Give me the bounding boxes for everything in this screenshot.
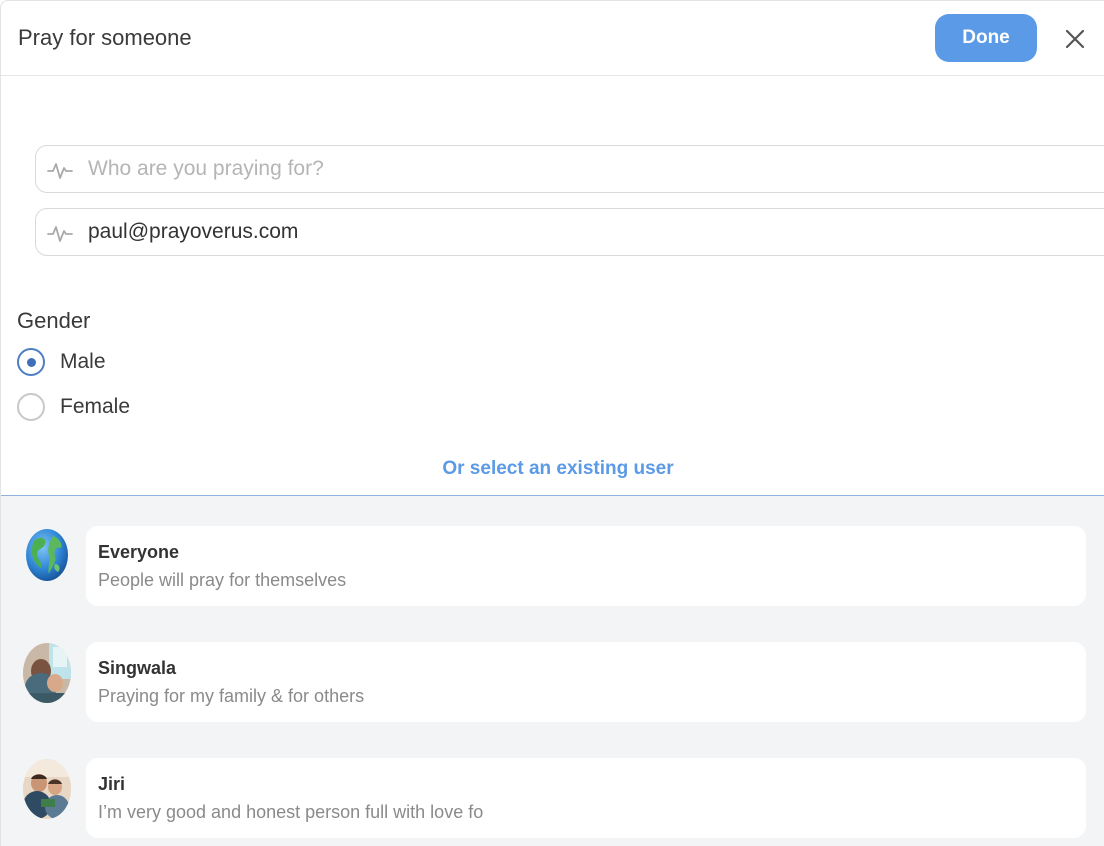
user-row-singwala[interactable]: Singwala Praying for my family & for oth… bbox=[1, 642, 1104, 722]
existing-users-list: Everyone People will pray for themselves… bbox=[1, 496, 1104, 846]
user-row-jiri[interactable]: Jiri I’m very good and honest person ful… bbox=[1, 758, 1104, 838]
close-icon bbox=[1065, 29, 1085, 49]
globe-icon bbox=[25, 528, 69, 582]
pray-for-someone-dialog: Pray for someone Done Gender Male Female… bbox=[0, 0, 1104, 846]
gender-option-male[interactable]: Male bbox=[17, 347, 106, 377]
user-description: Praying for my family & for others bbox=[98, 686, 365, 706]
done-button[interactable]: Done bbox=[935, 14, 1037, 62]
user-name: Singwala bbox=[98, 658, 177, 678]
female-label: Female bbox=[60, 395, 131, 418]
user-card[interactable]: Everyone People will pray for themselves bbox=[86, 526, 1086, 606]
email-input[interactable] bbox=[88, 217, 1088, 247]
user-description: People will pray for themselves bbox=[98, 570, 347, 590]
male-radio[interactable] bbox=[17, 348, 45, 376]
select-existing-user-link[interactable]: Or select an existing user bbox=[1, 458, 1104, 480]
close-button[interactable] bbox=[1061, 25, 1089, 53]
user-description: I’m very good and honest person full wit… bbox=[98, 802, 484, 822]
user-row-everyone[interactable]: Everyone People will pray for themselves bbox=[1, 526, 1104, 606]
female-radio[interactable] bbox=[17, 393, 45, 421]
gender-option-female[interactable]: Female bbox=[17, 392, 130, 422]
name-input[interactable] bbox=[88, 154, 1088, 184]
user-name: Jiri bbox=[98, 774, 126, 794]
avatar bbox=[23, 759, 71, 819]
avatar bbox=[23, 643, 71, 703]
dialog-title: Pray for someone bbox=[18, 25, 192, 50]
email-field[interactable] bbox=[35, 208, 1104, 256]
dialog-header: Pray for someone Done bbox=[1, 1, 1104, 76]
male-label: Male bbox=[60, 350, 106, 373]
name-field[interactable] bbox=[35, 145, 1104, 193]
user-card[interactable]: Jiri I’m very good and honest person ful… bbox=[86, 758, 1086, 838]
activity-icon bbox=[47, 226, 73, 242]
gender-label: Gender bbox=[17, 308, 91, 333]
user-card[interactable]: Singwala Praying for my family & for oth… bbox=[86, 642, 1086, 722]
user-name: Everyone bbox=[98, 542, 180, 562]
activity-icon bbox=[47, 163, 73, 179]
